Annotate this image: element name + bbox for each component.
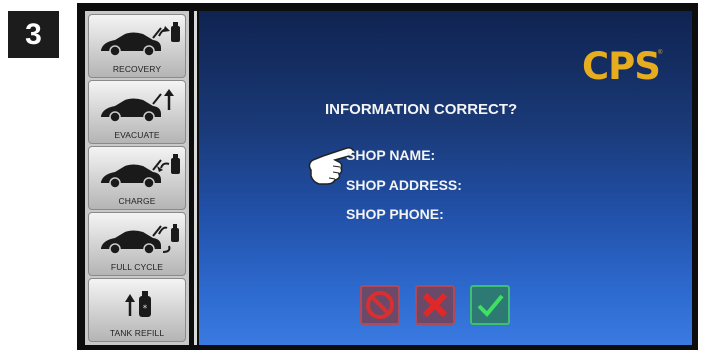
car-charge-icon <box>101 154 180 189</box>
confirmation-question: INFORMATION CORRECT? <box>325 101 518 118</box>
step-number-badge: 3 <box>8 11 59 58</box>
registered-mark: ® <box>658 50 663 56</box>
car-evacuate-icon <box>101 89 174 123</box>
cancel-button[interactable] <box>360 285 400 325</box>
sidebar-item-evacuate[interactable]: EVACUATE <box>88 80 186 144</box>
tank-refill-icon: * <box>125 291 151 317</box>
car-recovery-icon <box>101 22 180 57</box>
sidebar-item-tank-refill[interactable]: * TANK REFILL <box>88 278 186 342</box>
cps-logo: CPS <box>582 45 661 88</box>
sidebar-item-label: TANK REFILL <box>109 328 165 338</box>
sidebar: RECOVERY EVACUATE CHARGE FULL CYCLE * TA… <box>85 11 189 345</box>
prohibited-icon <box>366 291 394 319</box>
x-icon <box>422 292 448 318</box>
check-icon <box>477 294 504 317</box>
sidebar-item-label: CHARGE <box>118 196 156 206</box>
car-full-cycle-icon <box>101 224 179 255</box>
no-button[interactable] <box>415 285 455 325</box>
sidebar-item-full-cycle[interactable]: FULL CYCLE <box>88 212 186 276</box>
svg-text:*: * <box>143 304 148 314</box>
sidebar-item-recovery[interactable]: RECOVERY <box>88 14 186 78</box>
sidebar-item-label: FULL CYCLE <box>110 262 164 272</box>
sidebar-item-charge[interactable]: CHARGE <box>88 146 186 210</box>
sidebar-divider <box>194 11 197 345</box>
yes-button[interactable] <box>470 285 510 325</box>
shop-phone-label: SHOP PHONE: <box>346 206 444 222</box>
sidebar-item-label: RECOVERY <box>112 64 162 74</box>
shop-name-label: SHOP NAME: <box>346 147 436 163</box>
shop-address-label: SHOP ADDRESS: <box>346 177 462 193</box>
sidebar-item-label: EVACUATE <box>114 130 160 140</box>
